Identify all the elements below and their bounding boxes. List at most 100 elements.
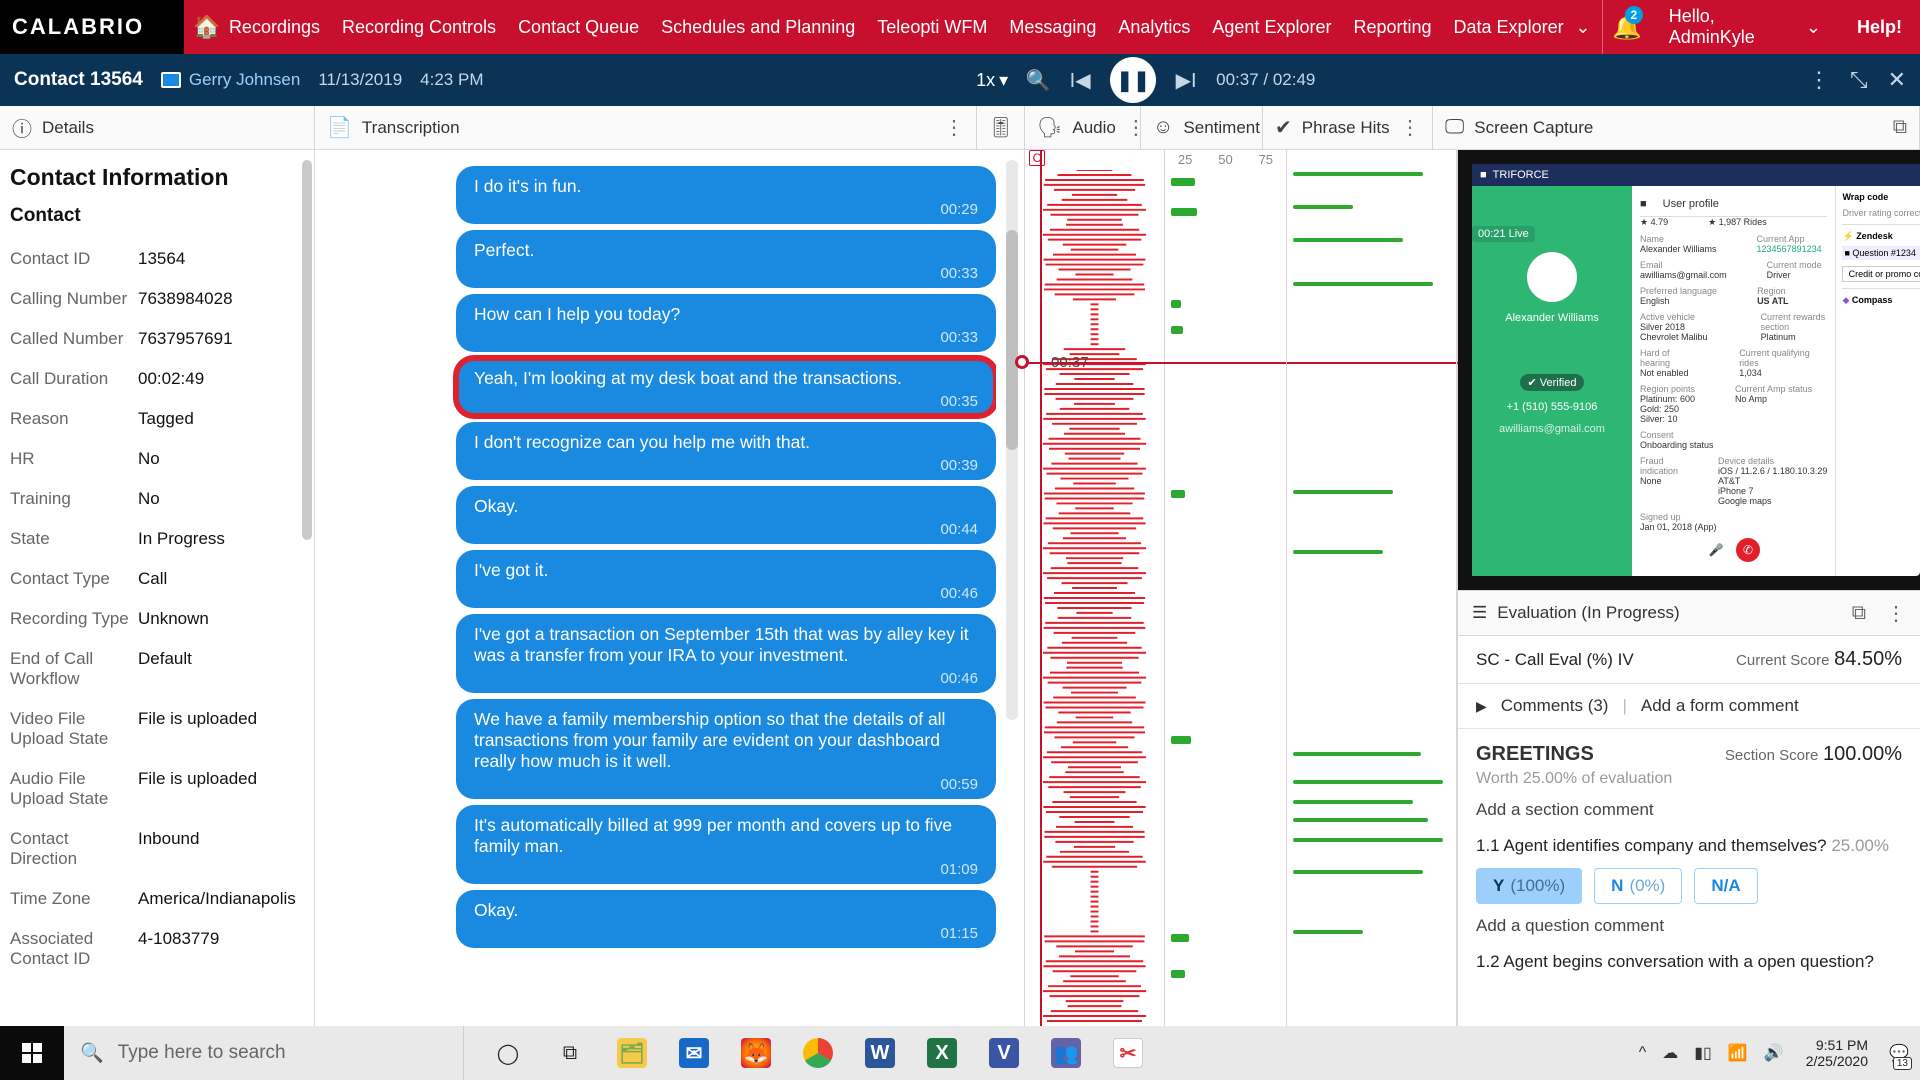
transcript-message[interactable]: I do it's in fun.00:29 [456, 166, 996, 224]
message-time: 00:33 [474, 265, 978, 282]
caret-right-icon: ▶ [1476, 698, 1487, 715]
nav-schedules[interactable]: Schedules and Planning [661, 17, 855, 38]
message-time: 00:33 [474, 329, 978, 346]
nav-reporting[interactable]: Reporting [1353, 17, 1431, 38]
home-icon[interactable]: 🏠 [184, 14, 229, 40]
tray-volume-icon[interactable]: 🔊 [1764, 1043, 1784, 1063]
message-time: 00:39 [474, 457, 978, 474]
transcript-message[interactable]: I've got it.00:46 [456, 550, 996, 608]
notifications-icon[interactable]: 🔔2 [1602, 0, 1650, 54]
tb-chrome-icon[interactable] [788, 1026, 848, 1080]
tb-outlook-icon[interactable]: ✉ [664, 1026, 724, 1080]
tb-taskview-icon[interactable]: ⧉ [540, 1026, 600, 1080]
phrase-bar [1293, 870, 1423, 874]
nav-messaging[interactable]: Messaging [1009, 17, 1096, 38]
detail-key: Reason [10, 409, 138, 429]
taskbar-clock[interactable]: 9:51 PM2/25/2020 [1796, 1037, 1878, 1069]
nav-agent-explorer[interactable]: Agent Explorer [1212, 17, 1331, 38]
message-time: 00:44 [474, 521, 978, 538]
nav-recordings[interactable]: Recordings [229, 17, 320, 38]
transcript-message[interactable]: Okay.00:44 [456, 486, 996, 544]
transcript-message[interactable]: We have a family membership option so th… [456, 699, 996, 799]
message-time: 01:15 [474, 925, 978, 942]
transcript-message[interactable]: Yeah, I'm looking at my desk boat and th… [456, 358, 996, 416]
pause-button[interactable]: ❚❚ [1110, 57, 1156, 103]
add-question-comment[interactable]: Add a question comment [1476, 916, 1902, 936]
tray-cloud-icon[interactable]: ☁ [1662, 1043, 1678, 1063]
phrase-menu-icon[interactable]: ⋮ [1400, 115, 1420, 140]
nav-contact-queue[interactable]: Contact Queue [518, 17, 639, 38]
nav-teleopti[interactable]: Teleopti WFM [877, 17, 987, 38]
close-icon[interactable]: ✕ [1888, 67, 1906, 93]
pane-hd-tune[interactable]: 🎚 [977, 106, 1025, 149]
comments-toggle[interactable]: ▶ Comments (3) | Add a form comment [1476, 696, 1902, 716]
tb-teams-icon[interactable]: 👥 [1036, 1026, 1096, 1080]
right-column: ■TRIFORCE 00:21 Live Alexander Williams … [1457, 150, 1920, 1026]
speed-toggle[interactable]: 1x▾ [976, 70, 1008, 91]
detail-key: Contact ID [10, 249, 138, 269]
detail-value: 7638984028 [138, 289, 300, 309]
pane-label: Audio [1072, 118, 1115, 138]
message-time: 00:46 [474, 585, 978, 602]
user-menu[interactable]: Hello, AdminKyle ⌄ [1651, 6, 1839, 48]
transcript-message[interactable]: I don't recognize can you help me with t… [456, 422, 996, 480]
transcript-message[interactable]: How can I help you today?00:33 [456, 294, 996, 352]
tray-wifi-icon[interactable]: 📶 [1728, 1043, 1748, 1063]
nav-data-explorer[interactable]: Data Explorer [1454, 17, 1564, 38]
audio-pane[interactable]: C 00:37 [1025, 150, 1165, 1026]
eval-popout-icon[interactable]: ⧉ [1852, 602, 1866, 625]
sentiment-bar [1171, 934, 1189, 942]
nav-recording-controls[interactable]: Recording Controls [342, 17, 496, 38]
answer-option[interactable]: N/A [1694, 868, 1757, 904]
action-center-icon[interactable]: 💬13 [1878, 1026, 1920, 1080]
tb-visio-icon[interactable]: V [974, 1026, 1034, 1080]
detail-value: Call [138, 569, 300, 589]
caret-down-icon: ▾ [999, 70, 1008, 91]
add-form-comment[interactable]: Add a form comment [1641, 696, 1799, 716]
zoom-icon[interactable]: 🔍 [1026, 68, 1050, 92]
taskbar-search[interactable]: 🔍 Type here to search [64, 1026, 464, 1080]
popout-icon[interactable]: ⧉ [1893, 116, 1907, 139]
tray-chevron-icon[interactable]: ^ [1639, 1044, 1647, 1062]
answer-option[interactable]: Y (100%) [1476, 868, 1582, 904]
agent-link[interactable]: Gerry Johnsen [161, 70, 301, 90]
detail-value: 7637957691 [138, 329, 300, 349]
collapse-icon[interactable]: ⤡ [1850, 67, 1868, 93]
detail-key: Call Duration [10, 369, 138, 389]
transcript-message[interactable]: Perfect.00:33 [456, 230, 996, 288]
phrase-bar [1293, 550, 1383, 554]
nav-analytics[interactable]: Analytics [1118, 17, 1190, 38]
detail-row: StateIn Progress [10, 519, 300, 559]
phrase-bar [1293, 490, 1393, 494]
detail-row: Call Duration00:02:49 [10, 359, 300, 399]
system-tray[interactable]: ^ ☁ ▮▯ 📶 🔊 [1627, 1043, 1796, 1063]
tb-excel-icon[interactable]: X [912, 1026, 972, 1080]
transcript-message[interactable]: I've got a transaction on September 15th… [456, 614, 996, 693]
add-section-comment[interactable]: Add a section comment [1476, 800, 1902, 820]
contact-bar: Contact 13564 Gerry Johnsen 11/13/2019 4… [0, 54, 1920, 106]
tray-battery-icon[interactable]: ▮▯ [1694, 1043, 1712, 1063]
more-icon[interactable]: ⋮ [1808, 67, 1830, 93]
transcription-menu-icon[interactable]: ⋮ [944, 115, 964, 140]
skip-back-icon[interactable]: I◀ [1068, 68, 1092, 92]
tb-explorer-icon[interactable]: 🗂 [602, 1026, 662, 1080]
transcript-message[interactable]: It's automatically billed at 999 per mon… [456, 805, 996, 884]
contact-title: Contact 13564 [14, 69, 143, 91]
sentiment-icon: ☺ [1153, 116, 1173, 139]
tb-word-icon[interactable]: W [850, 1026, 910, 1080]
nav-more-icon[interactable]: ⌄ [1564, 17, 1603, 38]
tb-snip-icon[interactable]: ✂ [1098, 1026, 1158, 1080]
current-score: 84.50% [1834, 648, 1902, 670]
playhead-icon[interactable] [1015, 355, 1029, 369]
transcript-message[interactable]: Okay.01:15 [456, 890, 996, 948]
tune-icon: 🎚 [988, 115, 1013, 140]
eval-menu-icon[interactable]: ⋮ [1886, 601, 1906, 626]
skip-fwd-icon[interactable]: ▶I [1174, 68, 1198, 92]
answer-option[interactable]: N (0%) [1594, 868, 1682, 904]
phrase-bar [1293, 930, 1363, 934]
transcription-scrollbar[interactable] [1006, 160, 1018, 720]
tb-firefox-icon[interactable]: 🦊 [726, 1026, 786, 1080]
start-button[interactable] [0, 1026, 64, 1080]
tb-cortana-icon[interactable]: ◯ [478, 1026, 538, 1080]
help-link[interactable]: Help! [1839, 17, 1920, 38]
